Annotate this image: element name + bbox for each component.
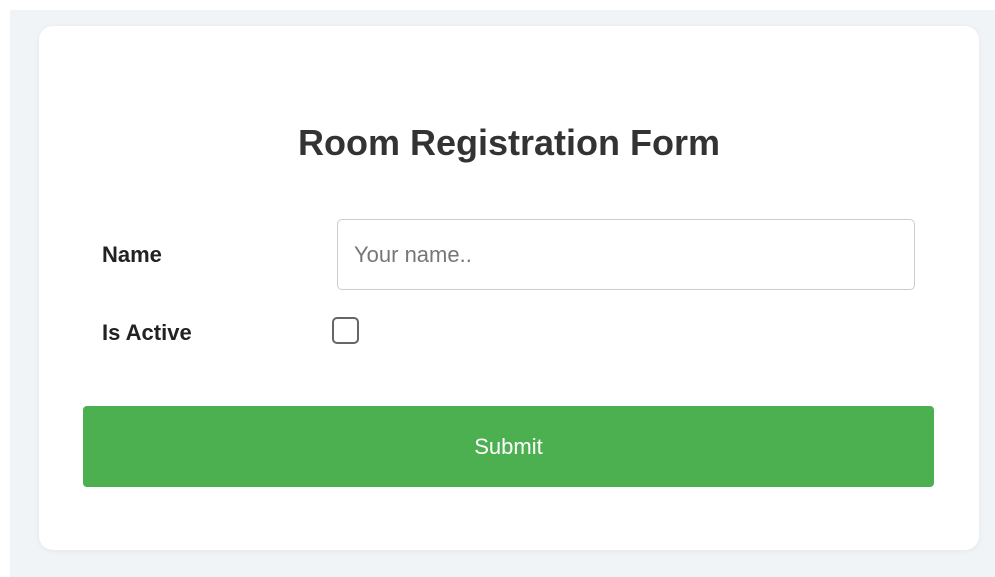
registration-card: Room Registration Form Name Is Active Su…	[39, 26, 979, 550]
page-title: Room Registration Form	[297, 122, 720, 163]
is-active-checkbox[interactable]	[332, 317, 359, 344]
name-input[interactable]	[337, 219, 915, 290]
is-active-label: Is Active	[102, 320, 192, 345]
name-label: Name	[102, 242, 162, 267]
submit-button[interactable]: Submit	[83, 406, 934, 487]
